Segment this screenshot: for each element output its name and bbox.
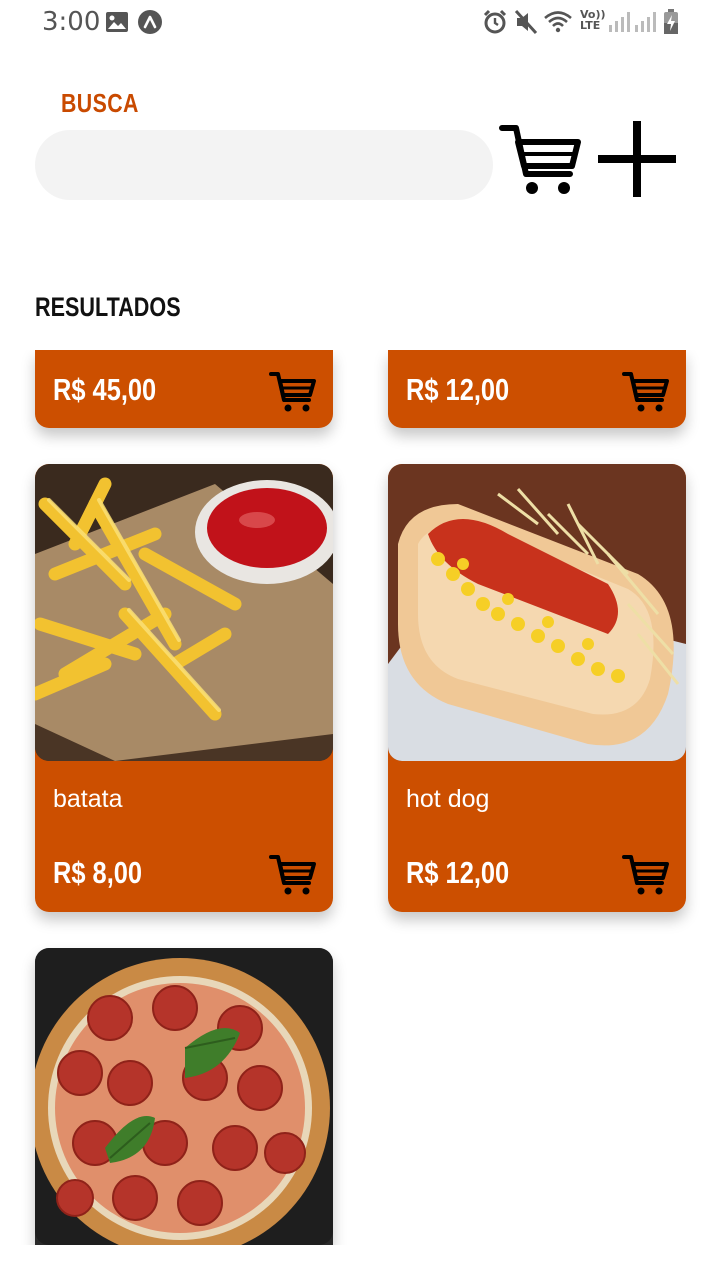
cart-icon — [622, 855, 669, 895]
cart-icon — [499, 125, 581, 194]
add-to-cart-button[interactable] — [622, 370, 670, 414]
results-label: RESULTADOS — [35, 292, 181, 322]
add-to-cart-button[interactable] — [269, 370, 317, 414]
search-input[interactable] — [35, 130, 493, 200]
product-image — [388, 464, 686, 761]
product-card[interactable]: R$ 45,00 — [35, 350, 333, 428]
plus-icon — [598, 121, 676, 197]
product-price: R$ 8,00 — [53, 855, 143, 890]
signal-icon — [634, 11, 656, 38]
image-icon — [105, 11, 129, 38]
volte-label-bottom: LTE — [580, 19, 601, 32]
alarm-icon — [482, 9, 508, 40]
add-to-cart-button[interactable] — [622, 853, 670, 897]
cart-icon — [622, 372, 669, 412]
product-card[interactable]: R$ 12,00 — [388, 350, 686, 428]
product-price: R$ 12,00 — [406, 855, 510, 890]
results-grid[interactable]: R$ 45,00 R$ 12,00 batata R$ 8,00 hot dog… — [0, 350, 720, 1245]
volte-icon: Vo)) LTE — [580, 9, 606, 31]
product-card[interactable]: hot dog R$ 12,00 — [388, 464, 686, 912]
mute-icon — [514, 9, 538, 40]
wifi-icon — [543, 9, 573, 38]
product-name: batata — [53, 785, 123, 813]
product-name: hot dog — [406, 785, 490, 813]
status-time: 3:00 — [42, 7, 101, 37]
status-bar: 3:00 Vo)) LTE — [0, 0, 720, 44]
add-button[interactable] — [596, 118, 678, 200]
search-label: BUSCA — [61, 88, 139, 118]
app-a-icon — [137, 9, 163, 40]
product-image — [35, 948, 333, 1245]
product-price: R$ 12,00 — [406, 372, 510, 407]
product-image — [35, 464, 333, 761]
product-card[interactable]: batata R$ 8,00 — [35, 464, 333, 912]
add-to-cart-button[interactable] — [269, 853, 317, 897]
signal-icon — [608, 11, 630, 38]
product-price: R$ 45,00 — [53, 372, 157, 407]
battery-charging-icon — [663, 9, 679, 40]
cart-icon — [269, 855, 316, 895]
cart-icon — [269, 372, 316, 412]
product-card[interactable] — [35, 948, 333, 1245]
cart-button[interactable] — [498, 120, 584, 200]
